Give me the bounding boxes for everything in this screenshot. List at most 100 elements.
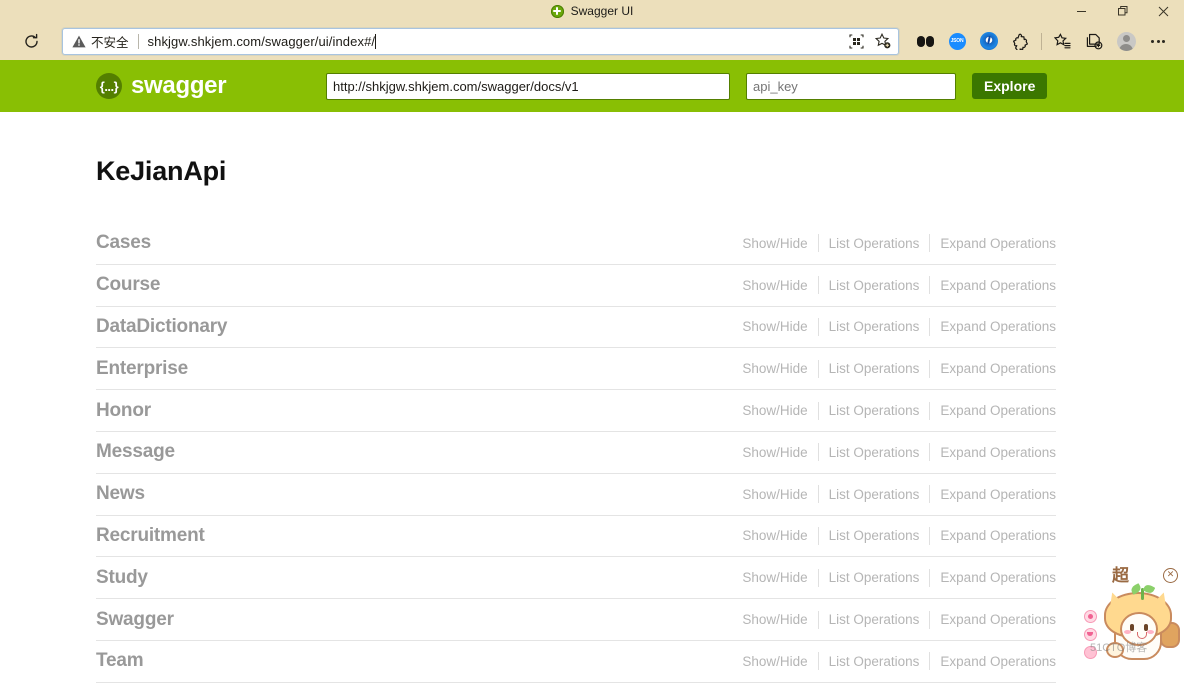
resource-row: Swagger Show/HideList OperationsExpand Op… <box>96 599 1056 641</box>
expand-operations-link[interactable]: Expand Operations <box>930 236 1056 251</box>
settings-more-icon[interactable] <box>1142 26 1174 56</box>
show-hide-link[interactable]: Show/Hide <box>742 654 817 669</box>
browser-tab[interactable]: Swagger UI <box>0 0 1184 22</box>
expand-operations-link[interactable]: Expand Operations <box>930 278 1056 293</box>
expand-operations-link[interactable]: Expand Operations <box>930 445 1056 460</box>
explore-button[interactable]: Explore <box>972 73 1047 99</box>
watermark-text: 51CTO博客 <box>1090 639 1147 655</box>
resource-operations: Show/HideList OperationsExpand Operation… <box>742 527 1056 545</box>
swagger-brace-icon: {...} <box>96 73 122 99</box>
resource-row: Recruitment Show/HideList OperationsExpan… <box>96 516 1056 558</box>
resource-name-link[interactable]: Message <box>96 441 175 463</box>
list-operations-link[interactable]: List Operations <box>819 361 930 376</box>
expand-operations-link[interactable]: Expand Operations <box>930 361 1056 376</box>
browser-titlebar: Swagger UI <box>0 0 1184 22</box>
show-hide-link[interactable]: Show/Hide <box>742 612 817 627</box>
resource-name-link[interactable]: Study <box>96 567 148 589</box>
json-viewer-extension-icon[interactable]: JSON <box>941 26 973 56</box>
address-bar[interactable]: 不安全 shkjgw.shkjem.com/swagger/ui/index#/ <box>62 28 899 55</box>
resource-name-link[interactable]: Swagger <box>96 609 174 631</box>
resource-name-link[interactable]: Recruitment <box>96 525 205 547</box>
cat-mouth <box>1137 632 1147 639</box>
resource-name-link[interactable]: Cases <box>96 232 151 254</box>
list-operations-link[interactable]: List Operations <box>819 487 930 502</box>
resource-name-link[interactable]: Team <box>96 650 143 672</box>
qr-code-icon[interactable] <box>847 32 865 50</box>
show-hide-link[interactable]: Show/Hide <box>742 445 817 460</box>
cat-blush-left <box>1124 630 1131 634</box>
swagger-page-body: KeJianApi CasesShow/HideList OperationsE… <box>0 112 1184 683</box>
resource-row: Cases Show/HideList OperationsExpand Oper… <box>96 223 1056 265</box>
resource-row: Course Show/HideList OperationsExpand Ope… <box>96 265 1056 307</box>
expand-operations-link[interactable]: Expand Operations <box>930 654 1056 669</box>
profile-avatar-icon[interactable] <box>1110 26 1142 56</box>
text-caret <box>375 34 376 49</box>
list-operations-link[interactable]: List Operations <box>819 528 930 543</box>
list-operations-link[interactable]: List Operations <box>819 445 930 460</box>
expand-operations-link[interactable]: Expand Operations <box>930 487 1056 502</box>
show-hide-link[interactable]: Show/Hide <box>742 278 817 293</box>
resource-name-link[interactable]: Course <box>96 274 160 296</box>
resource-row: Study Show/HideList OperationsExpand Oper… <box>96 557 1056 599</box>
expand-operations-link[interactable]: Expand Operations <box>930 528 1056 543</box>
not-secure-warning-icon <box>72 35 86 48</box>
browser-toolbar: 不安全 shkjgw.shkjem.com/swagger/ui/index#/ <box>0 22 1184 60</box>
browser-chrome: Swagger UI <box>0 0 1184 60</box>
reading-glasses-extension-icon[interactable] <box>909 26 941 56</box>
cat-eye-left <box>1130 624 1134 631</box>
expand-operations-link[interactable]: Expand Operations <box>930 319 1056 334</box>
omnibox-divider <box>138 34 139 49</box>
target-icon[interactable] <box>1084 610 1097 623</box>
maximize-restore-button[interactable] <box>1102 0 1143 22</box>
resource-name-link[interactable]: Honor <box>96 400 151 422</box>
collections-star-icon[interactable] <box>1046 26 1078 56</box>
show-hide-link[interactable]: Show/Hide <box>742 403 817 418</box>
extensions-bar: JSON <box>899 26 1174 56</box>
list-operations-link[interactable]: List Operations <box>819 654 930 669</box>
swagger-favicon-icon <box>551 5 564 18</box>
swagger-logo-text: swagger <box>131 72 226 100</box>
add-favorite-star-icon[interactable] <box>874 32 892 50</box>
resource-list: CasesShow/HideList OperationsExpand Oper… <box>0 223 1184 683</box>
expand-operations-link[interactable]: Expand Operations <box>930 570 1056 585</box>
minimize-button[interactable] <box>1061 0 1102 22</box>
list-operations-link[interactable]: List Operations <box>819 570 930 585</box>
list-operations-link[interactable]: List Operations <box>819 236 930 251</box>
list-operations-link[interactable]: List Operations <box>819 278 930 293</box>
reload-icon[interactable] <box>18 28 44 54</box>
omnibox-actions <box>841 32 892 50</box>
cat-ear-right <box>1150 590 1173 613</box>
toolbar-divider <box>1041 33 1042 50</box>
show-hide-link[interactable]: Show/Hide <box>742 361 817 376</box>
expand-operations-link[interactable]: Expand Operations <box>930 612 1056 627</box>
close-window-button[interactable] <box>1143 0 1184 22</box>
resource-operations: Show/HideList OperationsExpand Operation… <box>742 402 1056 420</box>
mascot-close-icon[interactable]: ✕ <box>1163 568 1178 583</box>
resource-operations: Show/HideList OperationsExpand Operation… <box>742 318 1056 336</box>
show-hide-link[interactable]: Show/Hide <box>742 236 817 251</box>
super-label: 超 <box>1112 568 1129 585</box>
resource-name-link[interactable]: Enterprise <box>96 358 188 380</box>
show-hide-link[interactable]: Show/Hide <box>742 570 817 585</box>
security-status-label: 不安全 <box>91 32 129 51</box>
show-hide-link[interactable]: Show/Hide <box>742 319 817 334</box>
page-title: KeJianApi <box>0 112 1184 187</box>
resource-operations: Show/HideList OperationsExpand Operation… <box>742 485 1056 503</box>
resource-row: Team Show/HideList OperationsExpand Opera… <box>96 641 1056 683</box>
puzzle-extensions-icon[interactable] <box>1005 26 1037 56</box>
mascot-widget[interactable]: 超 ✕ 51CTO博客 <box>1080 560 1184 663</box>
list-operations-link[interactable]: List Operations <box>819 403 930 418</box>
list-operations-link[interactable]: List Operations <box>819 612 930 627</box>
show-hide-link[interactable]: Show/Hide <box>742 487 817 502</box>
resource-row: Honor Show/HideList OperationsExpand Oper… <box>96 390 1056 432</box>
swagger-logo[interactable]: {...} swagger <box>96 72 326 100</box>
resource-name-link[interactable]: News <box>96 483 145 505</box>
browser-essentials-icon[interactable] <box>1078 26 1110 56</box>
blue-disc-extension-icon[interactable] <box>973 26 1005 56</box>
spec-url-input[interactable] <box>326 73 730 100</box>
resource-name-link[interactable]: DataDictionary <box>96 316 227 338</box>
expand-operations-link[interactable]: Expand Operations <box>930 403 1056 418</box>
api-key-input[interactable] <box>746 73 956 100</box>
show-hide-link[interactable]: Show/Hide <box>742 528 817 543</box>
list-operations-link[interactable]: List Operations <box>819 319 930 334</box>
